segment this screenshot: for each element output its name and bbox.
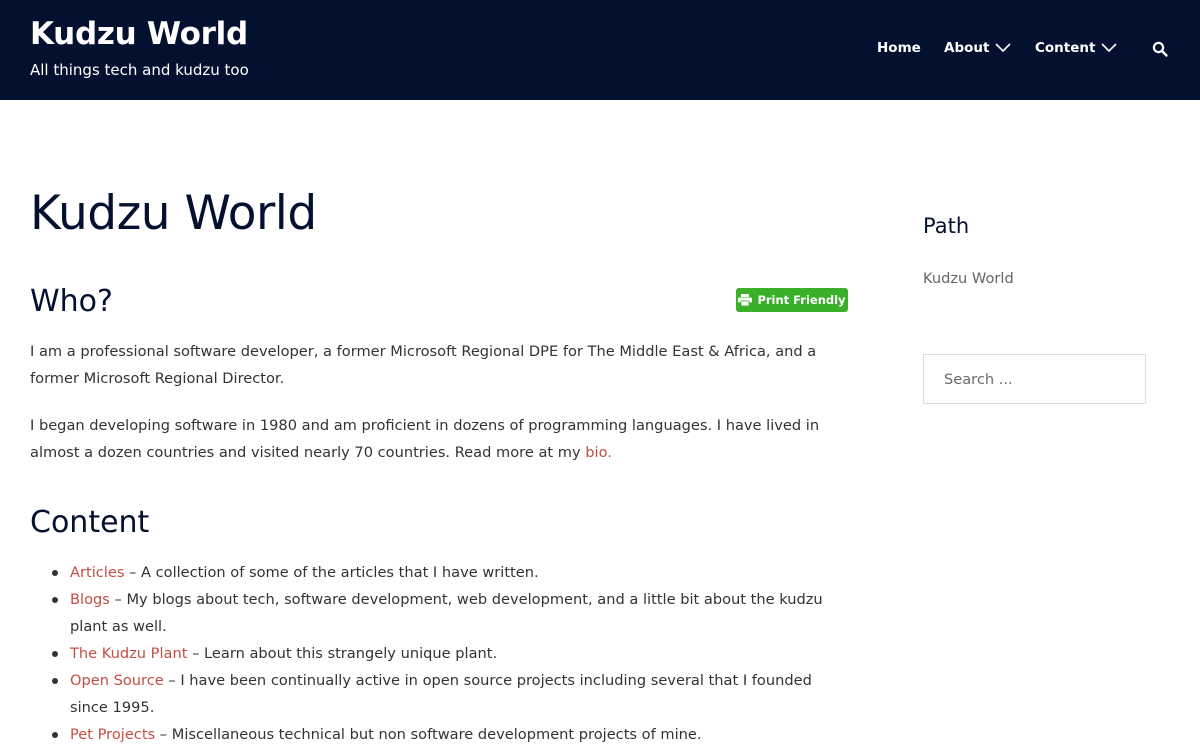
list-item: Pet Projects – Miscellaneous technical b… bbox=[30, 721, 850, 748]
path-widget-title: Path bbox=[923, 214, 970, 238]
list-item-text: – A collection of some of the articles t… bbox=[124, 564, 539, 581]
kudzu-plant-link[interactable]: The Kudzu Plant bbox=[70, 645, 187, 662]
chevron-down-icon bbox=[1101, 43, 1118, 53]
nav-item-about[interactable]: About bbox=[944, 40, 1012, 56]
site-tagline: All things tech and kudzu too bbox=[30, 61, 249, 79]
print-friendly-button[interactable]: Print Friendly bbox=[736, 288, 848, 312]
list-item: The Kudzu Plant – Learn about this stran… bbox=[30, 640, 850, 667]
who-paragraph-2-text: I began developing software in 1980 and … bbox=[30, 417, 820, 461]
list-item-text: – Learn about this strangely unique plan… bbox=[187, 645, 498, 662]
list-item: Blogs – My blogs about tech, software de… bbox=[30, 586, 850, 640]
who-paragraph-2: I began developing software in 1980 and … bbox=[30, 412, 850, 466]
who-heading: Who? bbox=[30, 284, 113, 319]
path-link[interactable]: Kudzu World bbox=[923, 270, 1014, 287]
open-source-link[interactable]: Open Source bbox=[70, 672, 164, 689]
content-heading: Content bbox=[30, 505, 150, 540]
page-title: Kudzu World bbox=[30, 186, 317, 241]
list-item: Articles – A collection of some of the a… bbox=[30, 559, 850, 586]
list-item-text: – I have been continually active in open… bbox=[70, 672, 812, 716]
content-list: Articles – A collection of some of the a… bbox=[30, 559, 850, 748]
nav-item-label: About bbox=[944, 40, 990, 56]
pet-projects-link[interactable]: Pet Projects bbox=[70, 726, 155, 743]
list-item-text: – Miscellaneous technical but non softwa… bbox=[155, 726, 702, 743]
site-title[interactable]: Kudzu World bbox=[30, 16, 248, 52]
search-input[interactable] bbox=[924, 355, 1134, 403]
list-item-text: – My blogs about tech, software developm… bbox=[70, 591, 823, 635]
printer-icon bbox=[738, 294, 753, 306]
bio-link[interactable]: bio. bbox=[585, 444, 612, 461]
list-item: Open Source – I have been continually ac… bbox=[30, 667, 850, 721]
site-header: Kudzu World All things tech and kudzu to… bbox=[0, 0, 1200, 100]
blogs-link[interactable]: Blogs bbox=[70, 591, 110, 608]
nav-item-home[interactable]: Home bbox=[877, 40, 921, 56]
print-friendly-label: Print Friendly bbox=[757, 293, 846, 307]
nav-item-content[interactable]: Content bbox=[1035, 40, 1118, 56]
sidebar-search bbox=[923, 354, 1146, 404]
search-icon[interactable] bbox=[1152, 41, 1169, 58]
nav-item-label: Home bbox=[877, 40, 921, 56]
nav-item-label: Content bbox=[1035, 40, 1096, 56]
articles-link[interactable]: Articles bbox=[70, 564, 124, 581]
chevron-down-icon bbox=[995, 43, 1012, 53]
who-paragraph-1: I am a professional software developer, … bbox=[30, 343, 817, 387]
